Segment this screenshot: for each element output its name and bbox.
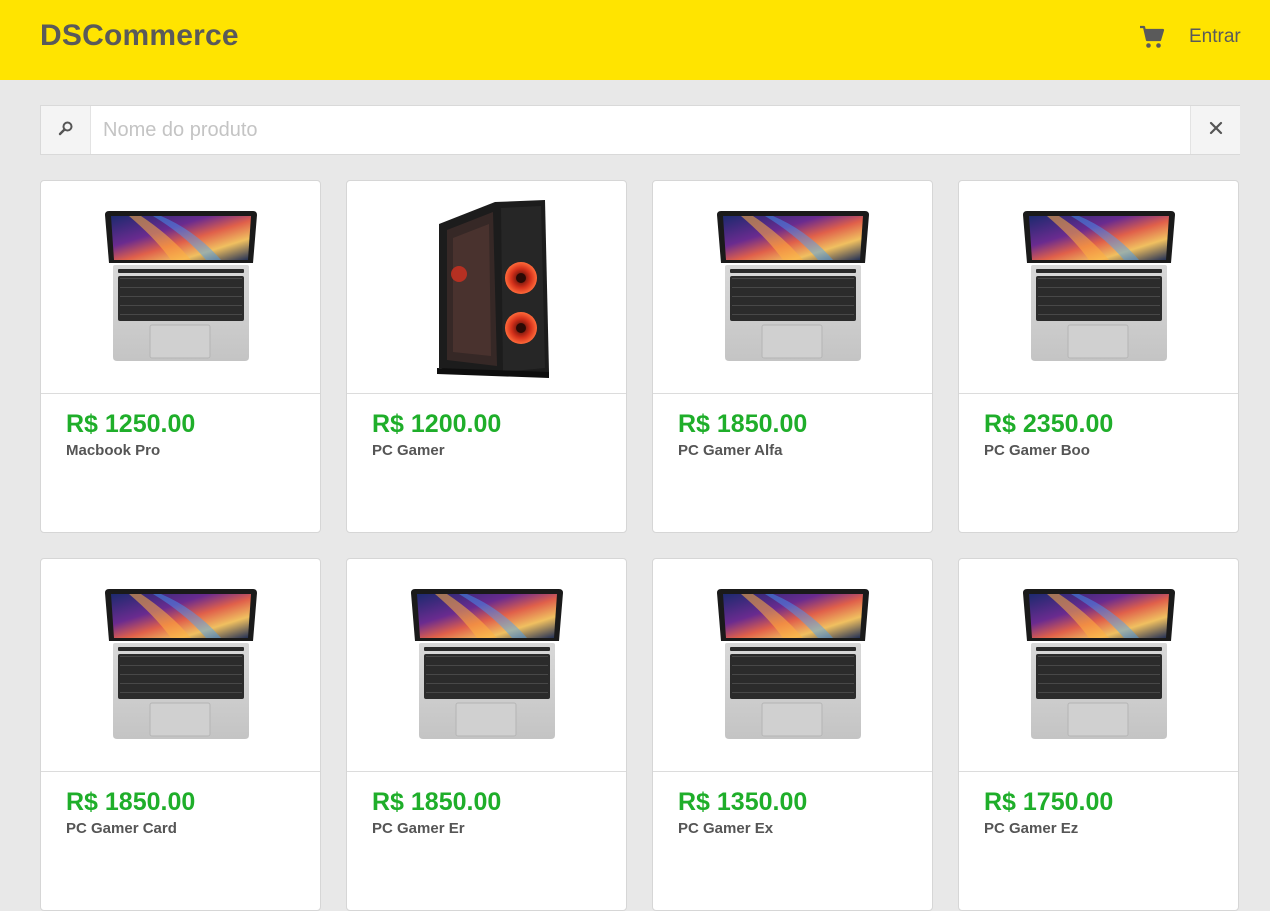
close-icon (1209, 121, 1223, 140)
product-image-pc-tower (347, 181, 626, 394)
search-bar (40, 105, 1240, 155)
product-grid: R$ 1250.00 Macbook Pro R$ 1200.00 PC Gamer (40, 180, 1239, 911)
product-info: R$ 1850.00 PC Gamer Alfa (653, 394, 932, 477)
product-card[interactable]: R$ 1850.00 PC Gamer Alfa (652, 180, 933, 533)
product-name: PC Gamer (372, 442, 445, 459)
product-image-laptop (41, 559, 320, 772)
product-info: R$ 2350.00 PC Gamer Boo (959, 394, 1238, 477)
product-name: PC Gamer Card (66, 820, 177, 837)
product-card[interactable]: R$ 1200.00 PC Gamer (346, 180, 627, 533)
product-card[interactable]: R$ 1850.00 PC Gamer Er (346, 558, 627, 911)
product-name: PC Gamer Boo (984, 442, 1090, 459)
product-price: R$ 1850.00 (678, 410, 808, 438)
product-name: PC Gamer Ex (678, 820, 774, 837)
top-navbar: DSCommerce Entrar (0, 0, 1270, 80)
product-price: R$ 2350.00 (984, 410, 1114, 438)
product-price: R$ 1850.00 (66, 788, 196, 816)
product-name: PC Gamer Ez (984, 820, 1079, 837)
product-card[interactable]: R$ 1850.00 PC Gamer Card (40, 558, 321, 911)
product-image-laptop (41, 181, 320, 394)
product-name: PC Gamer Er (372, 820, 465, 837)
product-price: R$ 1850.00 (372, 788, 502, 816)
product-name: PC Gamer Alfa (678, 442, 783, 459)
product-price: R$ 1200.00 (372, 410, 502, 438)
search-icon (58, 120, 74, 141)
search-button[interactable] (41, 106, 91, 154)
product-image-laptop (347, 559, 626, 772)
product-name: Macbook Pro (66, 442, 161, 459)
product-image-laptop (959, 559, 1238, 772)
login-link[interactable]: Entrar (1189, 24, 1241, 50)
product-card[interactable]: R$ 1250.00 Macbook Pro (40, 180, 321, 533)
clear-search-button[interactable] (1190, 106, 1240, 154)
product-info: R$ 1850.00 PC Gamer Er (347, 772, 626, 855)
product-card[interactable]: R$ 1350.00 PC Gamer Ex (652, 558, 933, 911)
product-price: R$ 1350.00 (678, 788, 808, 816)
product-image-laptop (653, 559, 932, 772)
product-info: R$ 1350.00 PC Gamer Ex (653, 772, 932, 855)
product-info: R$ 1850.00 PC Gamer Card (41, 772, 320, 855)
product-info: R$ 1750.00 PC Gamer Ez (959, 772, 1238, 855)
product-card[interactable]: R$ 2350.00 PC Gamer Boo (958, 180, 1239, 533)
product-price: R$ 1750.00 (984, 788, 1114, 816)
product-image-laptop (959, 181, 1238, 394)
product-info: R$ 1250.00 Macbook Pro (41, 394, 320, 477)
search-input[interactable] (91, 106, 1189, 154)
product-card[interactable]: R$ 1750.00 PC Gamer Ez (958, 558, 1239, 911)
product-info: R$ 1200.00 PC Gamer (347, 394, 626, 477)
product-price: R$ 1250.00 (66, 410, 196, 438)
product-image-laptop (653, 181, 932, 394)
brand-logo[interactable]: DSCommerce (40, 18, 239, 54)
shopping-cart-icon[interactable] (1139, 24, 1165, 50)
